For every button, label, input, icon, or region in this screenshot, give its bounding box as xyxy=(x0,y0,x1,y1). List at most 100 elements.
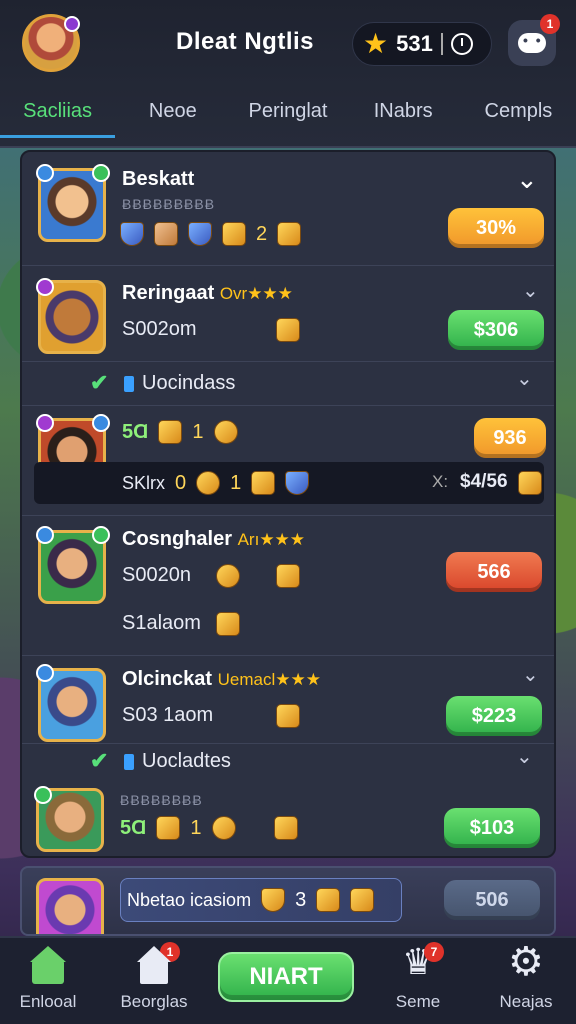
gold-cube-icon xyxy=(158,420,183,444)
element-gem-icon xyxy=(92,164,110,182)
element-gem-icon xyxy=(34,786,52,804)
featured-card[interactable]: Nbetao icasiom 3 506 xyxy=(20,866,556,936)
list-item[interactable]: Reringaat Ovr★★★ S002om ⌄ $306 xyxy=(22,266,554,362)
gold-cube-icon xyxy=(216,612,240,636)
chevron-down-icon[interactable]: ⌄ xyxy=(516,744,533,769)
top-bar: Dleat Ngtlis ★ 531 1 Sacliias Neoe Perin… xyxy=(0,0,576,148)
chevron-down-icon[interactable]: ⌄ xyxy=(522,278,539,303)
nav-label: Seme xyxy=(395,992,441,1011)
chip-count: 3 xyxy=(295,888,307,911)
element-gem-icon xyxy=(36,164,54,182)
group-label: Uocladtes xyxy=(142,750,231,772)
hero-subtitle: ɃɃɃɃɃɃɃɃ xyxy=(120,792,203,808)
list-item[interactable]: ✔ Uocladtes ⌄ xyxy=(22,744,554,784)
shield-icon xyxy=(188,222,212,246)
start-button[interactable]: NIART xyxy=(218,952,354,1002)
hero-portrait xyxy=(36,878,104,934)
element-gem-icon xyxy=(92,414,110,432)
gold-cube-icon xyxy=(276,704,300,728)
strip-count: 0 xyxy=(175,471,187,494)
hero-name: Reringaat Ovr★★★ xyxy=(122,282,293,304)
tab-bar: Sacliias Neoe Peringlat INabrs Cempls xyxy=(0,86,576,138)
strip-price: $4/56 xyxy=(460,471,508,492)
buy-button[interactable]: $223 xyxy=(446,696,542,736)
currency-display[interactable]: ★ 531 xyxy=(352,22,492,66)
nav-label: Beorglas xyxy=(120,992,188,1011)
list-item[interactable]: ɃɃɃɃɃɃɃɃ 5Ɑ 1 $103 xyxy=(20,782,552,856)
upgrade-button[interactable]: 566 xyxy=(446,552,542,592)
nav-item-settings[interactable]: Neajas xyxy=(478,942,574,1012)
chevron-down-icon[interactable]: ⌄ xyxy=(516,164,538,195)
progress-button[interactable]: 30% xyxy=(448,208,544,248)
nav-item-buildings[interactable]: 1 Beorglas xyxy=(106,942,202,1012)
gold-cube-icon xyxy=(518,471,542,495)
shield-icon xyxy=(261,888,286,912)
gold-coin-icon xyxy=(211,816,236,840)
reward-count: 1 xyxy=(192,420,204,443)
buy-button[interactable]: $103 xyxy=(444,808,540,848)
hero-token-icon xyxy=(154,222,178,246)
hero-stat: 5Ɑ xyxy=(122,420,149,443)
nav-item-scene[interactable]: 7 Seme xyxy=(370,942,466,1012)
notification-badge: 1 xyxy=(160,942,180,962)
gold-bag-icon xyxy=(274,816,298,840)
event-chip[interactable]: Nbetao icasiom 3 xyxy=(120,878,402,922)
chevron-down-icon[interactable]: ⌄ xyxy=(522,662,539,687)
star-icon: ★ xyxy=(363,28,389,59)
hero-stat: S0020n xyxy=(122,564,191,586)
gold-cube-icon xyxy=(350,888,375,912)
gold-cube-icon xyxy=(156,816,181,840)
hero-stat: S1alaom xyxy=(122,612,201,634)
divider xyxy=(440,33,443,55)
tab-cempls[interactable]: Cempls xyxy=(461,86,576,138)
strip-label: SKlrx xyxy=(122,472,166,493)
gold-coin-icon xyxy=(216,564,240,588)
shield-icon xyxy=(285,471,310,495)
shield-icon xyxy=(120,222,144,246)
list-item[interactable]: 5Ɑ 1 936 SKlrx 0 1 X: $4/56 xyxy=(22,406,554,516)
gold-coin-icon xyxy=(196,471,221,495)
home-icon xyxy=(28,946,68,986)
hero-list-panel: Beskatt ɃɃɃɃɃɃɃɃɃ 2 ⌄ 30% Reringaat Ovr★… xyxy=(20,150,556,858)
currency-value: 531 xyxy=(396,31,433,56)
house-icon: 1 xyxy=(134,942,180,986)
chat-notification-badge: 1 xyxy=(540,14,560,34)
tab-peringlat[interactable]: Peringlat xyxy=(230,86,345,138)
nav-item-home[interactable]: Enlooal xyxy=(0,946,96,1012)
list-item[interactable]: ✔ Uocindass ⌄ xyxy=(22,362,554,406)
element-gem-icon xyxy=(36,414,54,432)
chat-bubble-icon xyxy=(518,32,546,53)
value-button[interactable]: 936 xyxy=(474,418,546,458)
chevron-down-icon[interactable]: ⌄ xyxy=(516,366,533,391)
hero-name: Cosnghaler Arı★★★ xyxy=(122,528,306,550)
gold-bag-icon xyxy=(251,471,276,495)
bottom-navigation: Enlooal 1 Beorglas NIART 7 Seme Neajas xyxy=(0,936,576,1024)
buy-button[interactable]: $306 xyxy=(448,310,544,350)
check-icon: ✔ xyxy=(90,370,109,395)
tab-sacliias[interactable]: Sacliias xyxy=(0,86,116,138)
tab-inabrs[interactable]: INabrs xyxy=(346,86,461,138)
gold-cube-icon xyxy=(277,222,302,246)
chat-button[interactable]: 1 xyxy=(508,14,560,66)
list-item[interactable]: Beskatt ɃɃɃɃɃɃɃɃɃ 2 ⌄ 30% xyxy=(22,152,554,266)
level-badge-icon xyxy=(64,16,80,32)
crown-icon: 7 xyxy=(398,942,444,986)
reward-icons: 5Ɑ 1 xyxy=(120,816,236,840)
gold-cube-icon xyxy=(276,564,300,588)
list-item[interactable]: Cosnghaler Arı★★★ S0020n S1alaom 566 xyxy=(22,516,554,656)
element-gem-icon xyxy=(36,664,54,682)
claim-button[interactable]: 506 xyxy=(444,880,540,920)
reward-count: 1 xyxy=(190,816,202,839)
hero-name: Olcinckat Uemacl★★★ xyxy=(122,668,321,690)
element-gem-icon xyxy=(36,526,54,544)
list-item[interactable]: Olcinckat Uemacl★★★ S03 1aom ⌄ $223 xyxy=(22,656,554,744)
gold-coin-icon xyxy=(213,420,238,444)
clock-icon[interactable] xyxy=(450,33,473,55)
chip-content: Nbetao icasiom 3 xyxy=(127,888,375,912)
hero-stat: S03 1aom xyxy=(122,704,214,726)
strip-icons: SKlrx 0 1 xyxy=(122,471,310,495)
tab-neoe[interactable]: Neoe xyxy=(115,86,230,138)
hero-name: Beskatt xyxy=(122,168,195,190)
flag-icon xyxy=(124,376,134,392)
page-title: Dleat Ngtlis xyxy=(175,28,315,55)
